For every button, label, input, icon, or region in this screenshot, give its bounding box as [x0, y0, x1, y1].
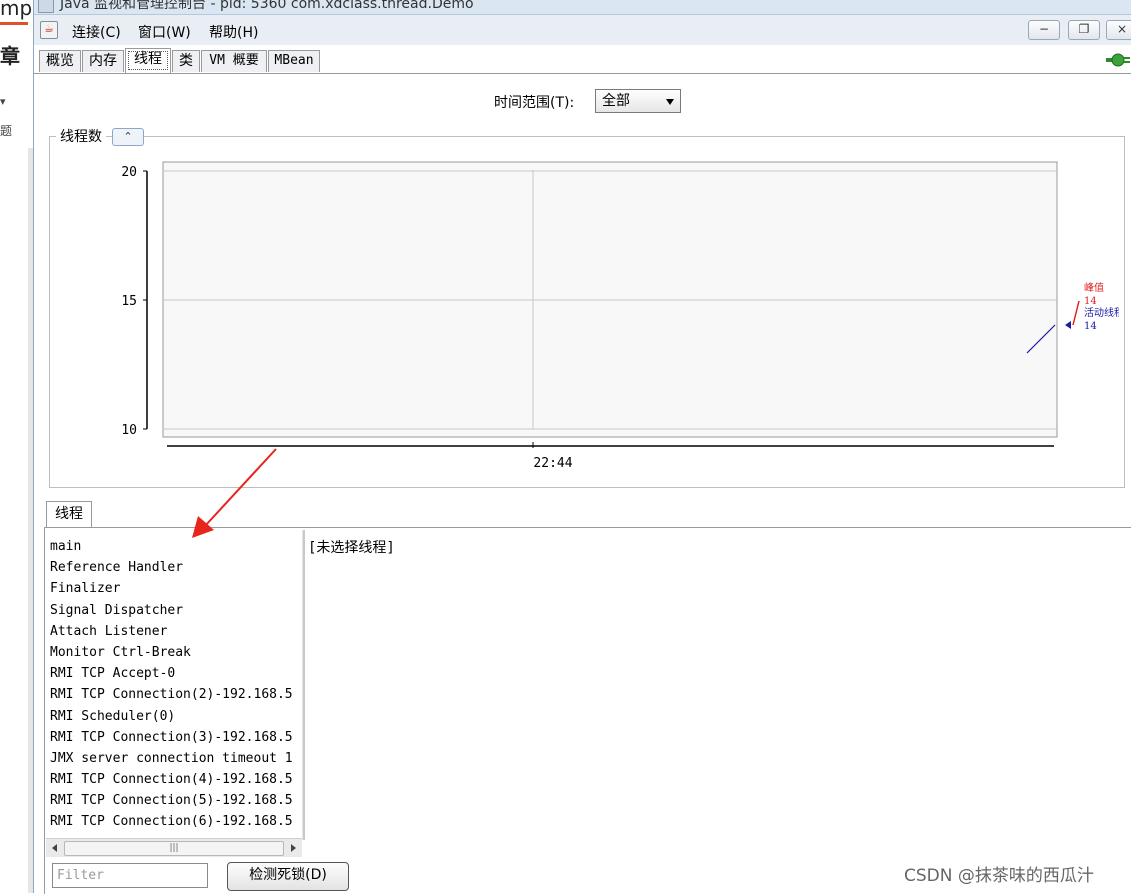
x-axis: 22:44	[167, 442, 1054, 471]
thread-list-item[interactable]: RMI TCP Connection(6)-192.168.5	[50, 811, 302, 832]
title-bar[interactable]: Java 监视和管理控制台 - pid: 5360 com.xdclass.th…	[34, 0, 1131, 15]
minimize-button[interactable]: −	[1028, 20, 1060, 40]
background-text: mp	[0, 0, 33, 20]
tab-mbean[interactable]: MBean	[268, 50, 320, 72]
legend-peak-label: 峰值	[1084, 281, 1104, 294]
thread-list[interactable]: main Reference Handler Finalizer Signal Dis…	[50, 536, 302, 836]
background-page-strip: mp 章 ▾ 题	[0, 0, 37, 893]
horizontal-scrollbar[interactable]: |||	[46, 838, 302, 857]
scroll-thumb[interactable]: |||	[64, 841, 284, 856]
jconsole-window: Java 监视和管理控制台 - pid: 5360 com.xdclass.th…	[33, 0, 1131, 894]
y-tick-label: 10	[121, 423, 137, 438]
time-range-value: 全部	[602, 93, 630, 109]
thread-list-item[interactable]: RMI TCP Accept-0	[50, 663, 302, 684]
menu-connection[interactable]: 连接(C)	[72, 22, 121, 42]
connection-plug-icon	[1106, 53, 1130, 67]
csdn-watermark: CSDN @抹茶味的西瓜汁	[904, 866, 1094, 886]
tab-vm-summary[interactable]: VM 概要	[201, 50, 267, 72]
legend-live-label: 活动线程	[1084, 306, 1119, 319]
menu-window[interactable]: 窗口(W)	[138, 22, 191, 42]
time-range-select[interactable]: 全部	[595, 89, 681, 113]
window-title: Java 监视和管理控制台 - pid: 5360 com.xdclass.th…	[60, 0, 474, 12]
legend-live-value: 14	[1084, 321, 1097, 332]
thread-list-item[interactable]: RMI TCP Connection(3)-192.168.5	[50, 727, 302, 748]
thread-list-item[interactable]: Monitor Ctrl-Break	[50, 642, 302, 663]
thread-detail-text: [未选择线程]	[308, 540, 395, 556]
main-tabs: 概览 内存 线程 类 VM 概要 MBean	[34, 48, 1131, 74]
tab-thread-list[interactable]: 线程	[46, 501, 92, 528]
thread-list-item[interactable]: Attach Listener	[50, 621, 302, 642]
split-pane-divider[interactable]	[302, 530, 305, 840]
menu-help[interactable]: 帮助(H)	[209, 22, 258, 42]
collapse-chevron-icon[interactable]: ⌃	[112, 128, 144, 146]
tab-threads[interactable]: 线程	[125, 48, 171, 73]
scroll-left-icon[interactable]	[52, 844, 57, 852]
thread-list-item[interactable]: RMI Scheduler(0)	[50, 706, 302, 727]
tab-classes[interactable]: 类	[172, 50, 200, 72]
scroll-right-icon[interactable]	[291, 844, 296, 852]
chart-legend: 峰值14活动线程14	[1084, 281, 1119, 332]
thread-list-item[interactable]: RMI TCP Connection(2)-192.168.5	[50, 684, 302, 705]
background-text-2: 题	[0, 124, 13, 138]
thread-list-item[interactable]: main	[50, 536, 302, 557]
java-cup-icon[interactable]: ☕	[40, 21, 58, 39]
filter-input[interactable]	[52, 863, 208, 888]
restore-button[interactable]: ❐	[1068, 20, 1100, 40]
time-range-label: 时间范围(T):	[494, 95, 575, 111]
close-button[interactable]: ×	[1106, 20, 1131, 40]
x-tick-label: 22:44	[533, 456, 572, 471]
tab-memory[interactable]: 内存	[82, 50, 124, 72]
y-tick-label: 20	[121, 165, 137, 180]
chevron-down-icon	[666, 99, 674, 105]
thread-count-chart: 201510 22:44 峰值14活动线程14	[121, 161, 1119, 471]
detect-deadlock-button[interactable]: 检测死锁(D)	[227, 862, 349, 891]
thread-list-item[interactable]: RMI TCP Connection(4)-192.168.5	[50, 769, 302, 790]
background-heading: 章	[0, 44, 20, 68]
legend-peak-value: 14	[1084, 296, 1097, 307]
background-accent-line	[0, 22, 28, 25]
thread-list-item[interactable]: Finalizer	[50, 578, 302, 599]
y-axis: 20 15 10	[121, 165, 148, 438]
thread-list-item[interactable]: JMX server connection timeout 1	[50, 748, 302, 769]
plot-area	[162, 161, 1058, 438]
series-line-peak	[1072, 300, 1080, 326]
chart-panel-title: 线程数	[56, 126, 106, 146]
series-marker-live-threads	[1065, 321, 1071, 329]
y-tick-label: 15	[121, 294, 137, 309]
java-app-icon	[38, 0, 54, 13]
thread-list-item[interactable]: Reference Handler	[50, 557, 302, 578]
tab-overview[interactable]: 概览	[39, 50, 81, 72]
menu-bar: ☕ 连接(C) 窗口(W) 帮助(H) − ❐ ×	[34, 15, 1131, 45]
background-caret: ▾	[0, 95, 6, 108]
thread-list-item[interactable]: Signal Dispatcher	[50, 600, 302, 621]
thread-list-item[interactable]: RMI TCP Connection(5)-192.168.5	[50, 790, 302, 811]
